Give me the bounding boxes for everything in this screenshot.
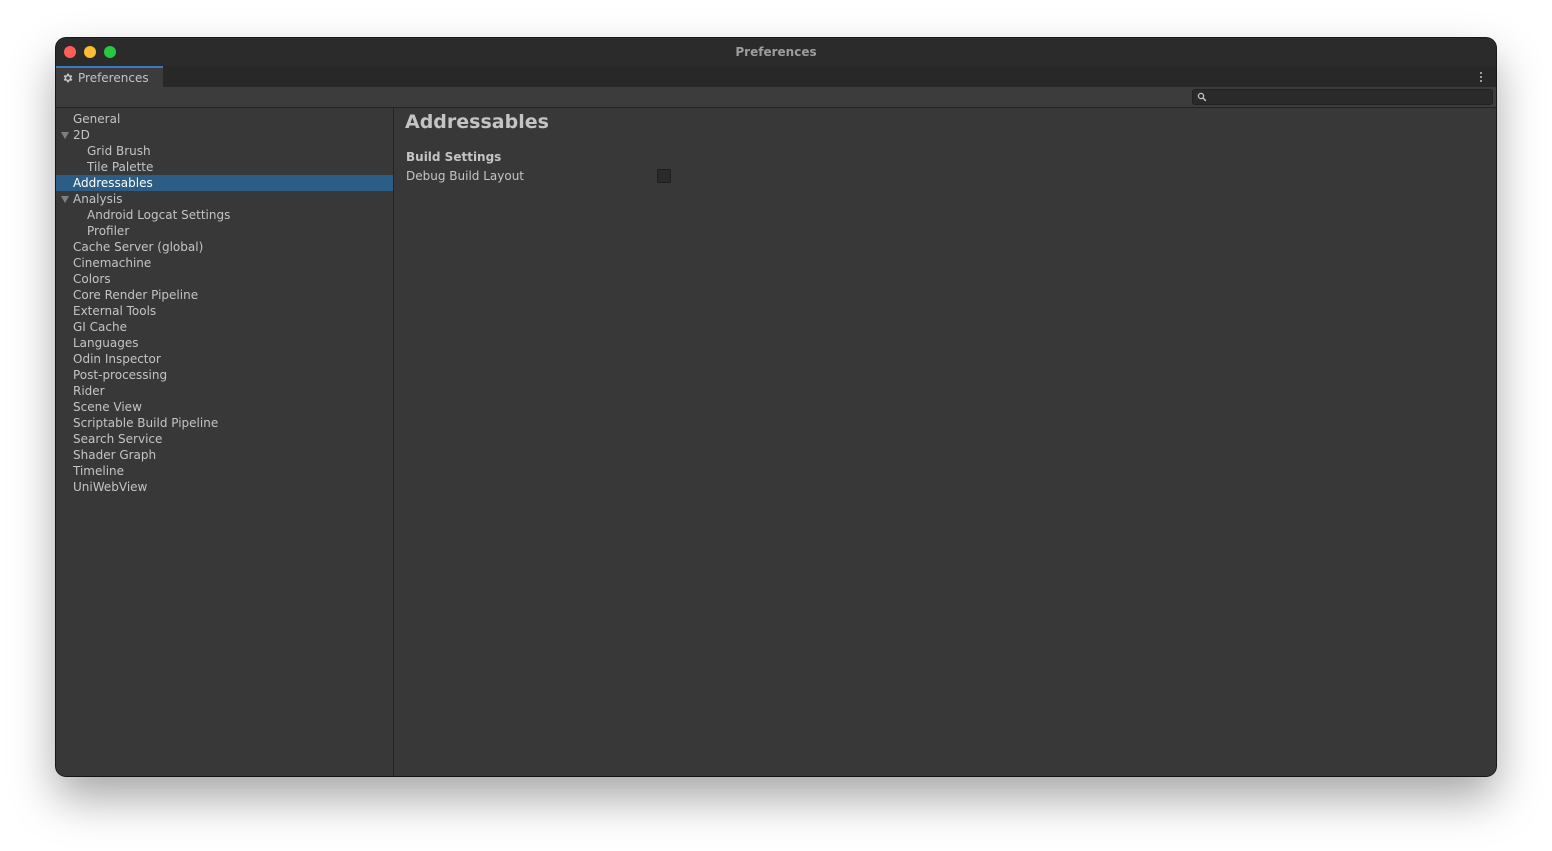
sidebar-item-label: Cache Server (global) bbox=[73, 240, 204, 254]
sidebar-item-gi-cache[interactable]: GI Cache bbox=[56, 319, 393, 335]
content-panel: Addressables Build Settings Debug Build … bbox=[394, 108, 1496, 776]
sidebar-item-core-render-pipeline[interactable]: Core Render Pipeline bbox=[56, 287, 393, 303]
search-icon bbox=[1197, 92, 1207, 102]
expand-arrow-icon[interactable] bbox=[61, 132, 69, 139]
sidebar-item-label: Tile Palette bbox=[87, 160, 154, 174]
sidebar-item-external-tools[interactable]: External Tools bbox=[56, 303, 393, 319]
preferences-sidebar: General 2D Grid Brush Tile Palette Addressab… bbox=[56, 108, 394, 776]
sidebar-item-colors[interactable]: Colors bbox=[56, 271, 393, 287]
sidebar-item-label: 2D bbox=[73, 128, 90, 142]
minimize-window-button[interactable] bbox=[84, 46, 96, 58]
sidebar-item-android-logcat-settings[interactable]: Android Logcat Settings bbox=[56, 207, 393, 223]
sidebar-item-label: Rider bbox=[73, 384, 105, 398]
window-title: Preferences bbox=[735, 45, 817, 59]
sidebar-item-general[interactable]: General bbox=[56, 111, 393, 127]
sidebar-item-post-processing[interactable]: Post-processing bbox=[56, 367, 393, 383]
sidebar-item-shader-graph[interactable]: Shader Graph bbox=[56, 447, 393, 463]
setting-row-debug-build-layout: Debug Build Layout bbox=[406, 167, 676, 185]
sidebar-item-label: Core Render Pipeline bbox=[73, 288, 199, 302]
sidebar-item-label: Shader Graph bbox=[73, 448, 157, 462]
sidebar-item-label: Search Service bbox=[73, 432, 163, 446]
page-title: Addressables bbox=[405, 111, 549, 133]
sidebar-item-scriptable-build-pipeline[interactable]: Scriptable Build Pipeline bbox=[56, 415, 393, 431]
sidebar-item-languages[interactable]: Languages bbox=[56, 335, 393, 351]
sidebar-item-label: Profiler bbox=[87, 224, 130, 238]
sidebar-item-addressables[interactable]: Addressables bbox=[56, 175, 393, 191]
sidebar-item-search-service[interactable]: Search Service bbox=[56, 431, 393, 447]
sidebar-item-label: Scriptable Build Pipeline bbox=[73, 416, 219, 430]
close-window-button[interactable] bbox=[64, 46, 76, 58]
search-field[interactable] bbox=[1192, 89, 1493, 105]
search-input[interactable] bbox=[1207, 91, 1492, 103]
sidebar-item-uniwebview[interactable]: UniWebView bbox=[56, 479, 393, 495]
sidebar-item-label: Analysis bbox=[73, 192, 123, 206]
sidebar-item-label: Android Logcat Settings bbox=[87, 208, 231, 222]
sidebar-item-2d[interactable]: 2D bbox=[56, 127, 393, 143]
sidebar-item-label: Languages bbox=[73, 336, 139, 350]
more-options-icon[interactable] bbox=[1476, 69, 1486, 84]
tab-label: Preferences bbox=[78, 70, 149, 85]
gear-icon bbox=[63, 73, 73, 82]
sidebar-item-profiler[interactable]: Profiler bbox=[56, 223, 393, 239]
sidebar-item-rider[interactable]: Rider bbox=[56, 383, 393, 399]
maximize-window-button[interactable] bbox=[104, 46, 116, 58]
sidebar-item-label: General bbox=[73, 112, 121, 126]
setting-label: Debug Build Layout bbox=[406, 169, 525, 183]
sidebar-item-label: Timeline bbox=[73, 464, 125, 478]
tab-bar: Preferences bbox=[56, 66, 1496, 87]
sidebar-item-label: Grid Brush bbox=[87, 144, 151, 158]
sidebar-item-label: Addressables bbox=[73, 176, 153, 190]
toolbar bbox=[56, 87, 1496, 108]
sidebar-item-label: External Tools bbox=[73, 304, 157, 318]
sidebar-item-label: Scene View bbox=[73, 400, 142, 414]
preferences-window: Preferences Preferences General 2D Grid Br… bbox=[56, 38, 1496, 776]
section-header-build-settings: Build Settings bbox=[406, 150, 502, 164]
sidebar-item-label: Cinemachine bbox=[73, 256, 152, 270]
sidebar-item-label: Colors bbox=[73, 272, 111, 286]
sidebar-item-label: UniWebView bbox=[73, 480, 148, 494]
sidebar-item-scene-view[interactable]: Scene View bbox=[56, 399, 393, 415]
sidebar-item-cache-server-global[interactable]: Cache Server (global) bbox=[56, 239, 393, 255]
tab-preferences[interactable]: Preferences bbox=[56, 66, 163, 87]
sidebar-item-label: Post-processing bbox=[73, 368, 168, 382]
debug-build-layout-checkbox[interactable] bbox=[657, 169, 671, 183]
sidebar-item-grid-brush[interactable]: Grid Brush bbox=[56, 143, 393, 159]
sidebar-item-label: Odin Inspector bbox=[73, 352, 161, 366]
sidebar-item-analysis[interactable]: Analysis bbox=[56, 191, 393, 207]
sidebar-item-timeline[interactable]: Timeline bbox=[56, 463, 393, 479]
sidebar-item-cinemachine[interactable]: Cinemachine bbox=[56, 255, 393, 271]
sidebar-item-odin-inspector[interactable]: Odin Inspector bbox=[56, 351, 393, 367]
sidebar-item-label: GI Cache bbox=[73, 320, 127, 334]
sidebar-item-tile-palette[interactable]: Tile Palette bbox=[56, 159, 393, 175]
title-bar[interactable]: Preferences bbox=[56, 38, 1496, 66]
expand-arrow-icon[interactable] bbox=[61, 196, 69, 203]
